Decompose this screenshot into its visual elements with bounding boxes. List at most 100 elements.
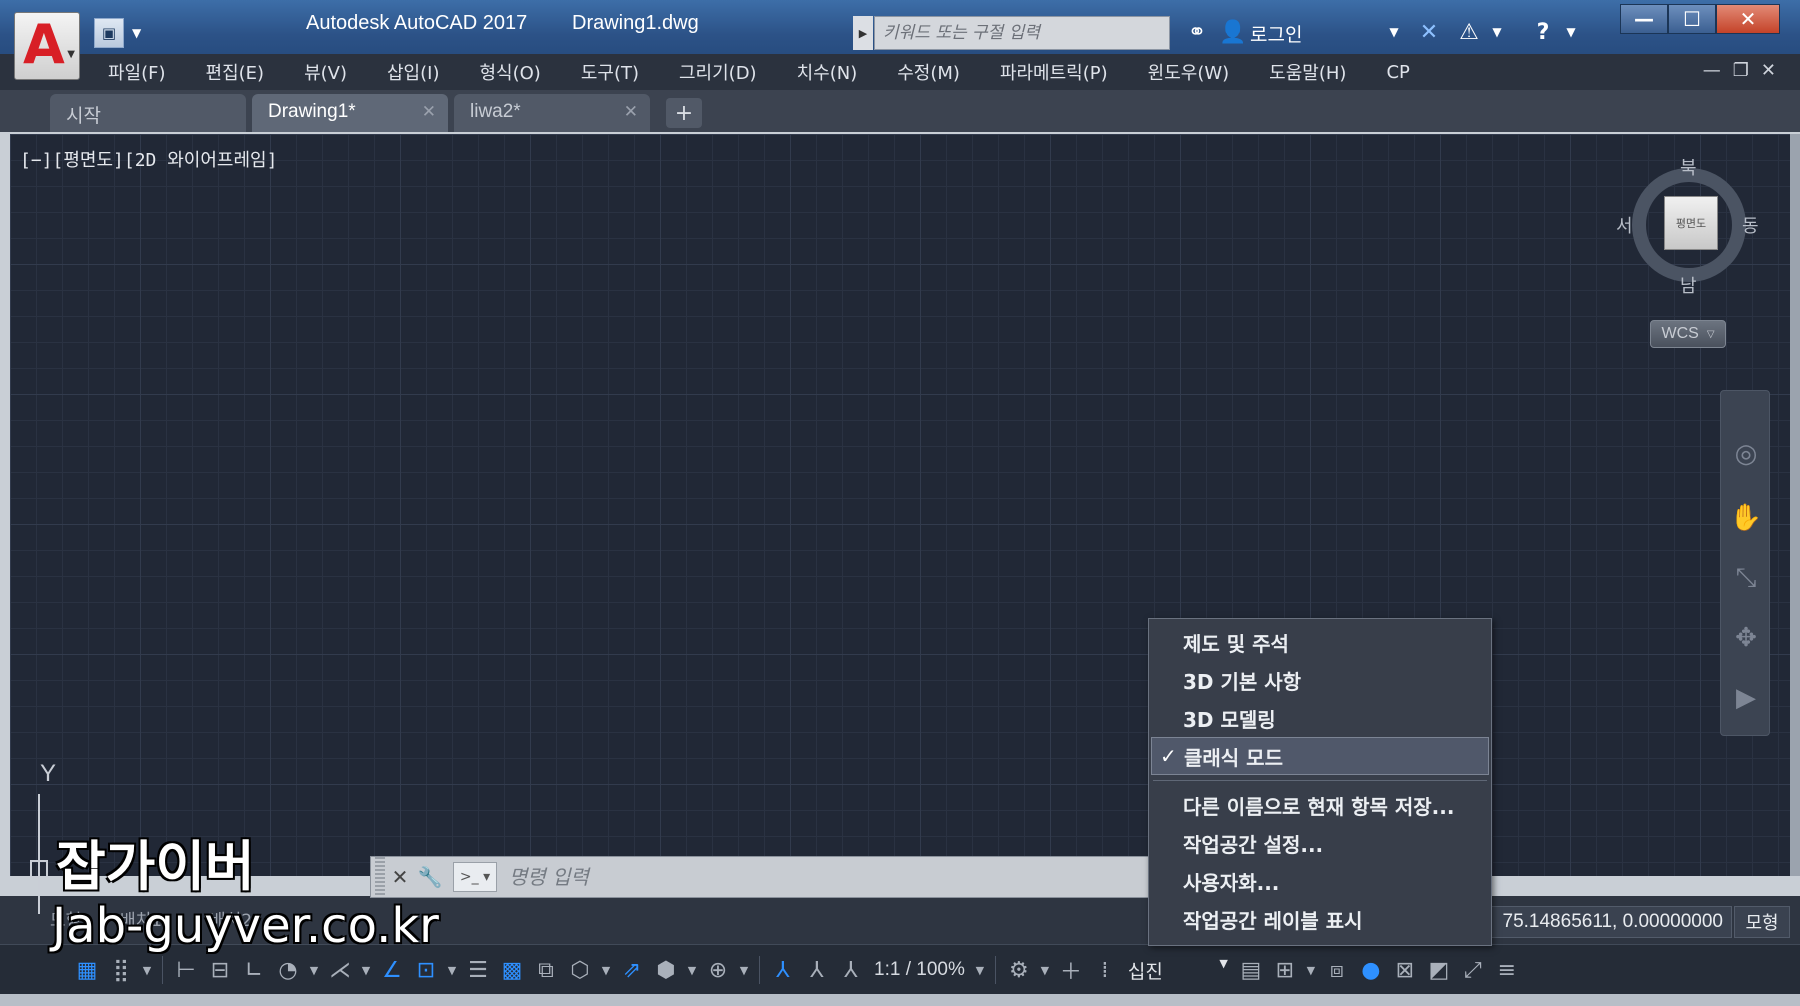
viewport-controls-label[interactable]: [−][평면도][2D 와이어프레임]: [20, 146, 277, 172]
transparency-icon[interactable]: ▩: [495, 953, 529, 987]
customization-menu-icon[interactable]: ≡: [1490, 953, 1524, 987]
polar-icon[interactable]: ◔: [271, 953, 305, 987]
selection-cycling-icon[interactable]: ⧉: [529, 953, 563, 987]
chevron-down-icon[interactable]: ▼: [971, 964, 989, 977]
grid-icon[interactable]: ▦: [70, 953, 104, 987]
dynamic-input-icon[interactable]: ⊟: [203, 953, 237, 987]
annotation-scale-value[interactable]: 1:1 / 100%: [868, 959, 971, 981]
clean-screen-icon[interactable]: ⊠: [1388, 953, 1422, 987]
dynamic-ucs-icon[interactable]: ⇗: [615, 953, 649, 987]
lineweight-icon[interactable]: ☰: [461, 953, 495, 987]
auto-scale-icon[interactable]: ⅄: [800, 953, 834, 987]
menu-item-workspace-settings[interactable]: 작업공간 설정...: [1149, 824, 1491, 862]
command-prompt-icon[interactable]: >_ ▾: [453, 862, 497, 892]
menu-modify[interactable]: 수정(M): [877, 59, 980, 85]
drawing-canvas[interactable]: [10, 134, 1790, 876]
quick-properties-icon[interactable]: ▤: [1234, 953, 1268, 987]
annotation-visibility-icon[interactable]: ⅄: [766, 953, 800, 987]
compass-south[interactable]: 남: [1680, 272, 1697, 298]
user-icon[interactable]: 👤: [1218, 16, 1248, 48]
chevron-down-icon[interactable]: ▼: [357, 964, 375, 977]
chevron-down-icon[interactable]: ▼: [443, 964, 461, 977]
chevron-down-icon[interactable]: ▼: [597, 964, 615, 977]
help-icon[interactable]: ?: [1528, 16, 1558, 48]
menu-cp[interactable]: CP: [1366, 62, 1429, 83]
chevron-down-icon[interactable]: ▼: [735, 964, 753, 977]
window-close-button[interactable]: ✕: [1716, 4, 1780, 34]
units-select[interactable]: 십진 ▼: [1122, 957, 1234, 984]
a360-icon[interactable]: ⚠: [1452, 16, 1486, 48]
doc-restore-icon[interactable]: ❐: [1733, 60, 1749, 81]
close-icon[interactable]: ✕: [624, 102, 638, 122]
gizmo-icon[interactable]: ⊕: [701, 953, 735, 987]
menu-format[interactable]: 형식(O): [459, 59, 560, 85]
orbit-icon[interactable]: ✥: [1729, 621, 1763, 655]
application-menu-button[interactable]: A ▼: [14, 12, 80, 80]
hardware-acceleration-icon[interactable]: ●: [1354, 953, 1388, 987]
selection-filter-icon[interactable]: ⬢: [649, 953, 683, 987]
search-expand-icon[interactable]: ▶: [853, 16, 873, 50]
annotation-scale-icon[interactable]: ⅄: [834, 953, 868, 987]
help-dropdown-icon[interactable]: ▼: [1562, 16, 1580, 48]
snap-icon[interactable]: ⣿: [104, 953, 138, 987]
qat-dropdown-icon[interactable]: ▼: [132, 26, 141, 40]
chevron-down-icon[interactable]: ▼: [305, 964, 323, 977]
menu-item-display-workspace-label[interactable]: 작업공간 레이블 표시: [1149, 900, 1491, 938]
tab-start[interactable]: 시작: [50, 94, 246, 132]
annotation-monitor-icon[interactable]: ＋: [1054, 953, 1088, 987]
menu-item-3d-basics[interactable]: 3D 기본 사항: [1149, 661, 1491, 699]
3d-object-snap-icon[interactable]: ⬡: [563, 953, 597, 987]
menu-help[interactable]: 도움말(H): [1249, 59, 1366, 85]
wcs-menu-button[interactable]: WCS ▽: [1650, 320, 1726, 348]
search-input[interactable]: [875, 17, 1169, 49]
compass-west[interactable]: 서: [1616, 212, 1633, 238]
isometric-icon[interactable]: ⋌: [323, 953, 357, 987]
wrench-icon[interactable]: 🔧: [415, 862, 445, 892]
menu-insert[interactable]: 삽입(I): [367, 59, 459, 85]
menu-item-drafting-annotation[interactable]: 제도 및 주석: [1149, 623, 1491, 661]
lock-ui-icon[interactable]: ⊞: [1268, 953, 1302, 987]
menu-item-classic-mode[interactable]: ✓ 클래식 모드: [1151, 737, 1489, 775]
menu-tools[interactable]: 도구(T): [561, 59, 659, 85]
graphics-performance-icon[interactable]: ◩: [1422, 953, 1456, 987]
compass-north[interactable]: 북: [1680, 154, 1697, 180]
units-icon[interactable]: ⁞: [1088, 953, 1122, 987]
new-tab-button[interactable]: +: [666, 98, 702, 128]
chevron-down-icon[interactable]: ▼: [683, 964, 701, 977]
chevron-down-icon[interactable]: ▼: [1302, 964, 1320, 977]
menu-draw[interactable]: 그리기(D): [659, 59, 777, 85]
object-snap-tracking-icon[interactable]: ∠: [375, 953, 409, 987]
exchange-apps-icon[interactable]: ✕: [1414, 16, 1444, 48]
doc-minimize-icon[interactable]: —: [1703, 60, 1721, 81]
ortho-icon[interactable]: ∟: [237, 953, 271, 987]
model-space-button[interactable]: 모형: [1734, 906, 1790, 938]
a360-dropdown-icon[interactable]: ▼: [1488, 16, 1506, 48]
menu-item-3d-modeling[interactable]: 3D 모델링: [1149, 699, 1491, 737]
menu-window[interactable]: 윈도우(W): [1128, 59, 1250, 85]
viewcube-top-face[interactable]: 평면도: [1664, 196, 1718, 250]
tab-liwa2[interactable]: liwa2* ✕: [454, 94, 650, 132]
steering-wheel-icon[interactable]: ◎: [1729, 437, 1763, 471]
window-minimize-button[interactable]: —: [1620, 4, 1668, 34]
login-dropdown-icon[interactable]: ▼: [1384, 16, 1404, 48]
qat-save-icon[interactable]: ▣: [94, 18, 124, 48]
chevron-down-icon[interactable]: ▼: [1036, 964, 1054, 977]
zoom-extents-icon[interactable]: ⤡: [1729, 561, 1763, 595]
menu-view[interactable]: 뷰(V): [284, 59, 367, 85]
pan-hand-icon[interactable]: ✋: [1729, 501, 1763, 535]
binoculars-icon[interactable]: ⚭: [1180, 16, 1214, 48]
login-button[interactable]: 로그인: [1250, 20, 1302, 47]
menu-parametric[interactable]: 파라메트릭(P): [980, 59, 1128, 85]
command-line-grip[interactable]: [375, 857, 385, 897]
isolate-objects-icon[interactable]: ⧈: [1320, 953, 1354, 987]
tab-drawing1[interactable]: Drawing1* ✕: [252, 94, 448, 132]
workspace-gear-icon[interactable]: ⚙: [1002, 953, 1036, 987]
menu-dimension[interactable]: 치수(N): [777, 59, 878, 85]
menu-item-save-current-as[interactable]: 다른 이름으로 현재 항목 저장...: [1149, 786, 1491, 824]
menu-file[interactable]: 파일(F): [88, 59, 186, 85]
infer-constraints-icon[interactable]: ⊢: [169, 953, 203, 987]
viewcube[interactable]: 평면도 북 남 동 서: [1616, 158, 1759, 297]
menu-edit[interactable]: 편집(E): [186, 59, 285, 85]
doc-close-icon[interactable]: ✕: [1761, 60, 1776, 81]
coordinate-readout[interactable]: 75.14865611, 0.00000000: [1484, 906, 1732, 938]
